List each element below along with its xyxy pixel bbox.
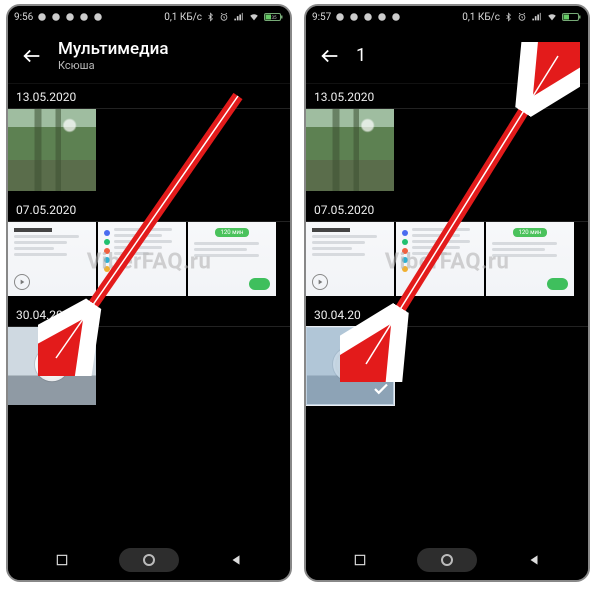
media-thumbnail[interactable]: 120 мин (486, 222, 574, 296)
wifi-icon (546, 12, 558, 22)
home-button[interactable] (119, 548, 179, 572)
action-pill (547, 278, 568, 290)
app-icon-2 (79, 12, 89, 22)
back-button[interactable] (18, 42, 46, 70)
app-icon-1 (65, 12, 75, 22)
media-thumbnail[interactable] (98, 222, 186, 296)
date-header: 07.05.2020 (8, 197, 290, 222)
status-bar: 9:56 0,1 КБ/с 35 (8, 6, 290, 28)
whatsapp-icon (51, 12, 61, 22)
net-speed: 0,1 КБ/с (462, 12, 500, 23)
app-icon-2 (377, 12, 387, 22)
date-header: 13.05.2020 (8, 84, 290, 109)
recents-button[interactable] (347, 547, 373, 573)
play-icon (14, 274, 30, 290)
whatsapp-icon (349, 12, 359, 22)
date-header: 13.05.2020 (306, 84, 588, 109)
play-icon (333, 347, 367, 381)
app-icon-1 (363, 12, 373, 22)
duration-badge: 120 мин (513, 228, 548, 237)
media-thumbnail[interactable]: 120 мин (188, 222, 276, 296)
status-time: 9:57 (312, 12, 331, 23)
app-icon-3 (391, 12, 401, 22)
recents-button[interactable] (49, 547, 75, 573)
selection-count: 1 (356, 45, 366, 66)
media-thumbnail[interactable] (8, 109, 96, 191)
back-button[interactable] (316, 42, 344, 70)
bluetooth-icon (504, 12, 513, 22)
signal-icon (531, 12, 542, 22)
app-bar-selection: 1 (306, 28, 588, 84)
play-icon (312, 274, 328, 290)
status-bar: 9:57 0,1 КБ/с (306, 6, 588, 28)
media-list: 13.05.2020 07.05.2020 ViberFAQ.ru (306, 84, 588, 540)
date-header: 07.05.2020 (306, 197, 588, 222)
media-thumbnail[interactable] (396, 222, 484, 296)
page-subtitle: Ксюша (58, 59, 169, 72)
notification-icon (335, 12, 345, 22)
video-thumbnail-selected[interactable] (306, 327, 394, 405)
net-speed: 0,1 КБ/с (164, 12, 202, 23)
action-pill (249, 278, 270, 290)
video-thumbnail[interactable] (8, 327, 96, 405)
delete-button[interactable] (560, 44, 578, 67)
wifi-icon (248, 12, 260, 22)
battery-icon: 35 (264, 12, 284, 22)
play-icon (35, 347, 69, 381)
media-thumbnail[interactable] (306, 222, 394, 296)
svg-text:35: 35 (271, 15, 277, 21)
app-icon-3 (93, 12, 103, 22)
back-nav-button[interactable] (521, 547, 547, 573)
page-title: Мультимедиа (58, 39, 169, 59)
alarm-icon (219, 12, 229, 22)
date-header: 30.04.2020 (8, 302, 290, 327)
status-time: 9:56 (14, 12, 33, 23)
phone-left: 9:56 0,1 КБ/с 35 Мультимедиа Ксюша 13.05… (6, 4, 292, 582)
system-navbar (8, 540, 290, 580)
bluetooth-icon (206, 12, 215, 22)
media-thumbnail[interactable] (8, 222, 96, 296)
app-bar: Мультимедиа Ксюша (8, 28, 290, 84)
system-navbar (306, 540, 588, 580)
media-list: 13.05.2020 07.05.2020 ViberFAQ.ru (8, 84, 290, 540)
date-header: 30.04.20 (306, 302, 588, 327)
back-nav-button[interactable] (223, 547, 249, 573)
checkmark-icon (372, 380, 390, 401)
battery-icon (562, 12, 582, 22)
home-button[interactable] (417, 548, 477, 572)
phone-right: 9:57 0,1 КБ/с 1 (304, 4, 590, 582)
notification-icon (37, 12, 47, 22)
signal-icon (233, 12, 244, 22)
alarm-icon (517, 12, 527, 22)
download-button[interactable] (522, 44, 542, 67)
duration-badge: 120 мин (215, 228, 250, 237)
media-thumbnail[interactable] (306, 109, 394, 191)
